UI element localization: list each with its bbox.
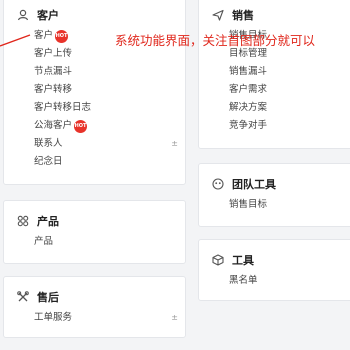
menu-item-transfer-log[interactable]: 客户转移日志	[34, 99, 184, 117]
team-tools-card: 团队工具 销售目标	[198, 163, 350, 227]
team-tools-menu: 销售目标	[229, 196, 350, 214]
menu-item-contacts[interactable]: 联系人 ±	[34, 135, 184, 153]
menu-item-solution[interactable]: 解决方案	[229, 99, 350, 117]
aftersales-card-header: 售后	[16, 289, 59, 305]
menu-item-public-customer[interactable]: 公海客户 HOT	[34, 117, 184, 135]
tools-card: 工具 黑名单	[198, 239, 350, 301]
pin-icon[interactable]: ±	[171, 135, 178, 153]
sales-card: 销售 销售目标 目标管理 销售漏斗 客户需求 解决方案 竞争对手	[198, 0, 350, 149]
team-tools-card-title: 团队工具	[232, 178, 276, 191]
aftersales-card-title: 售后	[37, 291, 59, 304]
hot-badge: HOT	[55, 29, 69, 43]
product-card-title: 产品	[37, 215, 59, 228]
menu-item-anniversary[interactable]: 纪念日	[34, 153, 184, 171]
hot-badge: HOT	[74, 119, 88, 133]
product-card-header: 产品	[16, 213, 59, 229]
team-icon	[211, 178, 224, 191]
menu-item-customer-demand[interactable]: 客户需求	[229, 81, 350, 99]
customer-card: 客户 客户 HOT 客户上传 节点漏斗 客户转移 客户转移日志 公海客户 HOT 联…	[3, 0, 186, 185]
tools-menu: 黑名单	[229, 272, 350, 290]
menu-item-work-order[interactable]: 工单服务 ±	[34, 309, 184, 327]
sales-card-title: 销售	[232, 9, 254, 22]
menu-item-blacklist[interactable]: 黑名单	[229, 272, 350, 290]
menu-item-sales-funnel[interactable]: 销售漏斗	[229, 63, 350, 81]
cube-icon	[211, 254, 224, 267]
tools-card-header: 工具	[211, 252, 254, 268]
send-icon	[211, 9, 224, 22]
menu-item-competitor[interactable]: 竞争对手	[229, 117, 350, 135]
team-tools-card-header: 团队工具	[211, 176, 276, 192]
annotation-text: 系统功能界面，关注首图部分就可以	[115, 33, 316, 48]
aftersales-card: 售后 工单服务 ±	[3, 276, 186, 338]
menu-item-customer-transfer[interactable]: 客户转移	[34, 81, 184, 99]
menu-item-team-sales-target[interactable]: 销售目标	[229, 196, 350, 214]
grid-icon	[16, 215, 29, 228]
tools-card-title: 工具	[232, 254, 254, 267]
customer-card-header: 客户	[16, 7, 59, 23]
tools-icon	[16, 291, 29, 304]
menu-item-node-funnel[interactable]: 节点漏斗	[34, 63, 184, 81]
customer-card-title: 客户	[37, 9, 59, 22]
sales-card-header: 销售	[211, 7, 254, 23]
user-icon	[16, 9, 29, 22]
pin-icon[interactable]: ±	[171, 309, 178, 327]
aftersales-menu: 工单服务 ±	[34, 309, 184, 327]
product-card: 产品 产品	[3, 200, 186, 264]
menu-item-product[interactable]: 产品	[34, 233, 184, 251]
product-menu: 产品	[34, 233, 184, 251]
